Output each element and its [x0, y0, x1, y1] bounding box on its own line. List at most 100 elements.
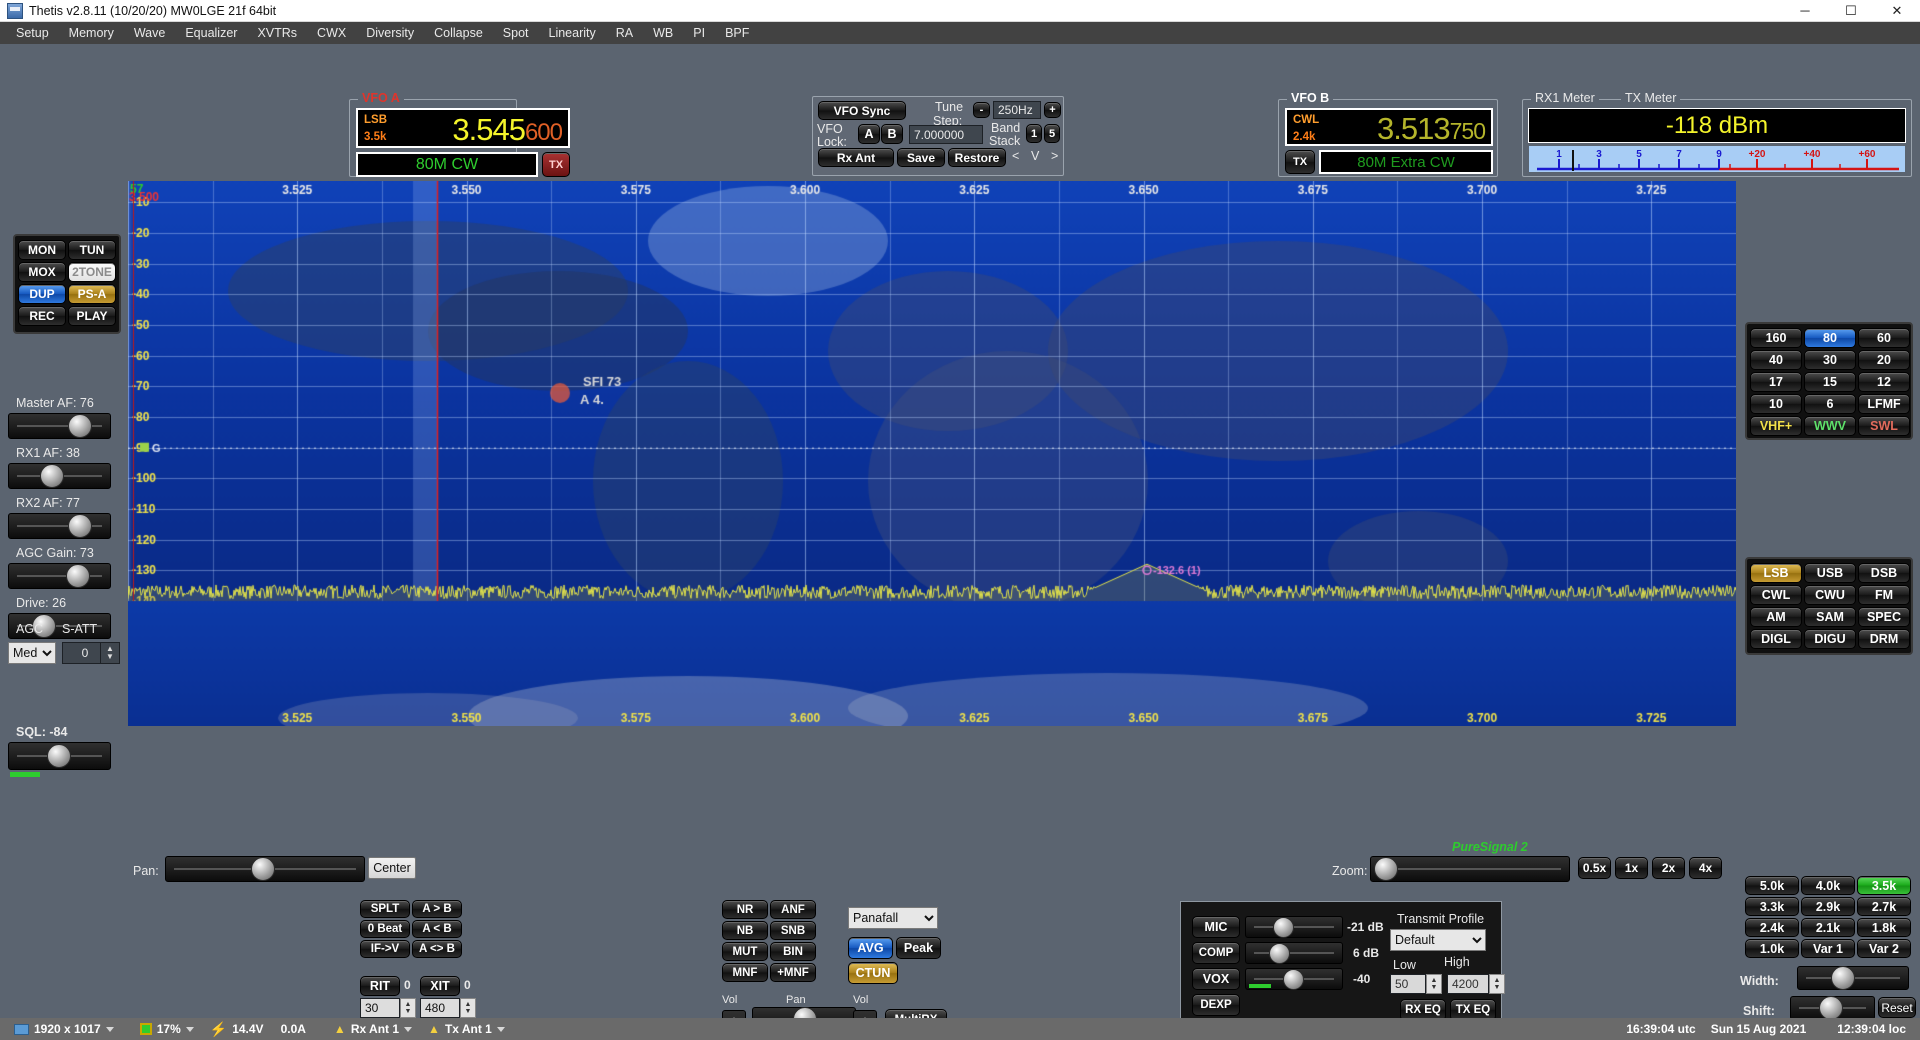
filt-button-2-4k[interactable]: 2.4k: [1745, 918, 1799, 937]
tune-step-increment[interactable]: +: [1044, 102, 1061, 118]
band-button-40[interactable]: 40: [1750, 350, 1802, 370]
comp-knob[interactable]: [1269, 942, 1290, 964]
center-button[interactable]: Center: [368, 857, 416, 879]
s-att-spin-arrows[interactable]: ▲ ▼: [100, 642, 120, 664]
band-button-6[interactable]: 6: [1804, 394, 1856, 414]
filt-button-2-9k[interactable]: 2.9k: [1801, 897, 1855, 916]
tx-low-arrows[interactable]: ▲ ▼: [1426, 974, 1442, 994]
af-slider-1[interactable]: [8, 463, 111, 489]
mode-button-lsb[interactable]: LSB: [1750, 563, 1802, 583]
band-button-vhf-[interactable]: VHF+: [1750, 416, 1802, 436]
vfoops-button-0-beat[interactable]: 0 Beat: [360, 920, 410, 938]
restore-button[interactable]: Restore: [948, 148, 1006, 167]
menu-item-equalizer[interactable]: Equalizer: [175, 23, 247, 43]
dsp-button-nb[interactable]: NB: [722, 921, 768, 940]
filter-reset-button[interactable]: Reset: [1878, 997, 1916, 1018]
filt-button-1-8k[interactable]: 1.8k: [1857, 918, 1911, 937]
filt-button-5-0k[interactable]: 5.0k: [1745, 876, 1799, 895]
nav-next-button[interactable]: >: [1051, 149, 1058, 163]
menu-item-pi[interactable]: PI: [683, 23, 715, 43]
mode-button-sam[interactable]: SAM: [1804, 607, 1856, 627]
sql-slider[interactable]: [8, 742, 111, 770]
tx-low-up-arrow[interactable]: ▲: [1431, 977, 1438, 984]
mox-button-mon[interactable]: MON: [18, 240, 66, 260]
mode-button-spec[interactable]: SPEC: [1858, 607, 1910, 627]
chevron-down-icon-rx[interactable]: [404, 1026, 413, 1032]
vox-slider[interactable]: [1245, 968, 1343, 990]
minimize-button[interactable]: ─: [1782, 0, 1828, 22]
band-button-17[interactable]: 17: [1750, 372, 1802, 392]
mode-button-drm[interactable]: DRM: [1858, 629, 1910, 649]
dsp-button-nr[interactable]: NR: [722, 900, 768, 919]
tx-high-down-arrow[interactable]: ▼: [1494, 984, 1501, 991]
filter-shift-slider[interactable]: [1790, 996, 1875, 1020]
vfoops-button-if-v[interactable]: IF->V: [360, 940, 410, 958]
mox-button-2tone[interactable]: 2TONE: [68, 262, 116, 282]
status-cpu[interactable]: 17%: [139, 1022, 194, 1036]
dsp-button-snb[interactable]: SNB: [770, 921, 816, 940]
chevron-down-icon-tx[interactable]: [496, 1026, 505, 1032]
panadapter-display[interactable]: [128, 181, 1736, 726]
avg-button[interactable]: AVG: [848, 937, 893, 959]
af-slider-2[interactable]: [8, 513, 111, 539]
filt-button-2-7k[interactable]: 2.7k: [1857, 897, 1911, 916]
band-stack-5-button[interactable]: 5: [1044, 124, 1060, 143]
chevron-down-icon-cpu[interactable]: [185, 1026, 194, 1032]
mic-button[interactable]: MIC: [1192, 916, 1240, 938]
band-button-160[interactable]: 160: [1750, 328, 1802, 348]
mode-button-usb[interactable]: USB: [1804, 563, 1856, 583]
mic-gain-knob[interactable]: [1273, 916, 1294, 938]
dexp-button[interactable]: DEXP: [1192, 994, 1240, 1016]
vfoops-button-a-b[interactable]: A > B: [412, 900, 462, 918]
band-button-80[interactable]: 80: [1804, 328, 1856, 348]
tx-low-down-arrow[interactable]: ▼: [1431, 984, 1438, 991]
menu-item-xvtrs[interactable]: XVTRs: [247, 23, 307, 43]
xit-button[interactable]: XIT: [420, 976, 460, 996]
af-slider-knob[interactable]: [68, 414, 92, 438]
filt-button-3-5k[interactable]: 3.5k: [1857, 876, 1911, 895]
band-button-10[interactable]: 10: [1750, 394, 1802, 414]
vfoops-button-splt[interactable]: SPLT: [360, 900, 410, 918]
band-button-20[interactable]: 20: [1858, 350, 1910, 370]
dsp-button-bin[interactable]: BIN: [770, 942, 816, 961]
band-button-wwv[interactable]: WWV: [1804, 416, 1856, 436]
zoom-button-0.5x[interactable]: 0.5x: [1578, 857, 1611, 879]
menu-item-setup[interactable]: Setup: [6, 23, 59, 43]
tune-step-decrement[interactable]: -: [973, 102, 990, 118]
mox-button-rec[interactable]: REC: [18, 306, 66, 326]
zoom-button-1x[interactable]: 1x: [1615, 857, 1648, 879]
pan-slider[interactable]: [165, 856, 365, 882]
menu-item-cwx[interactable]: CWX: [307, 23, 356, 43]
vfoops-button-a-b[interactable]: A < B: [412, 920, 462, 938]
tx-high-field[interactable]: 4200: [1447, 974, 1489, 994]
vfo-b-display[interactable]: CWL 2.4k 3.513750: [1285, 108, 1493, 146]
tx-low-field[interactable]: 50: [1390, 974, 1426, 994]
close-button[interactable]: ✕: [1874, 0, 1920, 22]
af-slider-knob[interactable]: [68, 514, 92, 538]
display-mode-select[interactable]: Panafall: [848, 907, 938, 929]
filt-button-1-0k[interactable]: 1.0k: [1745, 939, 1799, 958]
filt-button-4-0k[interactable]: 4.0k: [1801, 876, 1855, 895]
filt-button-3-3k[interactable]: 3.3k: [1745, 897, 1799, 916]
vfoops-button-a-b[interactable]: A <> B: [412, 940, 462, 958]
band-button-60[interactable]: 60: [1858, 328, 1910, 348]
rx-ant-button[interactable]: Rx Ant: [818, 148, 894, 167]
agc-select[interactable]: Med: [8, 642, 56, 664]
xit-step-up-arrow[interactable]: ▲: [465, 1001, 472, 1008]
comp-button[interactable]: COMP: [1192, 942, 1240, 964]
zoom-button-4x[interactable]: 4x: [1689, 857, 1722, 879]
maximize-button[interactable]: ☐: [1828, 0, 1874, 22]
vfo-a-tx-button[interactable]: TX: [542, 152, 570, 177]
mode-button-digl[interactable]: DIGL: [1750, 629, 1802, 649]
menu-item-wb[interactable]: WB: [643, 23, 683, 43]
mode-button-digu[interactable]: DIGU: [1804, 629, 1856, 649]
xit-step-arrows[interactable]: ▲ ▼: [460, 998, 476, 1018]
panadapter-canvas[interactable]: [128, 181, 1736, 726]
rit-step-field[interactable]: 30: [360, 998, 400, 1018]
chevron-down-icon[interactable]: [105, 1026, 114, 1032]
tx-high-up-arrow[interactable]: ▲: [1494, 977, 1501, 984]
vfo-b-tx-button[interactable]: TX: [1285, 150, 1315, 174]
band-button-swl[interactable]: SWL: [1858, 416, 1910, 436]
filt-button-2-1k[interactable]: 2.1k: [1801, 918, 1855, 937]
mox-button-ps-a[interactable]: PS-A: [68, 284, 116, 304]
